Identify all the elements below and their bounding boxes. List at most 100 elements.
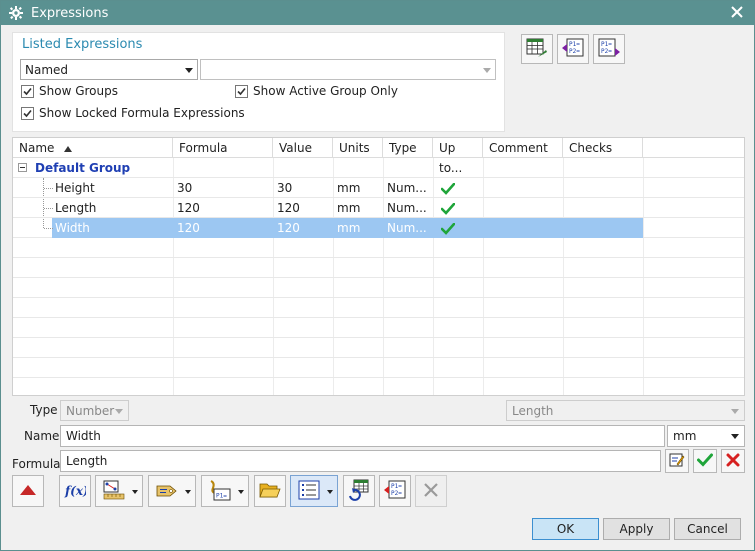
show-groups-checkbox[interactable]: Show Groups: [21, 84, 118, 98]
column-header-units[interactable]: Units: [333, 138, 383, 158]
gear-icon[interactable]: [1, 6, 31, 20]
chevron-down-icon: [731, 409, 739, 414]
chevron-down-icon: [731, 434, 739, 439]
units-select[interactable]: mm: [667, 425, 745, 447]
formula-input[interactable]: Length: [60, 450, 661, 472]
type-label: Type: [30, 403, 58, 417]
property-button[interactable]: [148, 475, 196, 507]
name-label: Name: [24, 429, 60, 443]
listed-mode-value: Named: [25, 62, 69, 77]
title-bar: Expressions: [1, 1, 754, 25]
listed-filter-select[interactable]: [200, 59, 496, 80]
open-file-button[interactable]: [254, 475, 286, 507]
import-p1-button[interactable]: P1= P2=: [379, 475, 411, 507]
cell-units: mm: [337, 221, 361, 235]
list-options-button[interactable]: [290, 475, 338, 507]
table-header: Name Formula Value Units Type Up to... C…: [13, 138, 744, 175]
accept-edit-button[interactable]: [693, 449, 717, 473]
check-icon: [697, 453, 713, 470]
column-header-name[interactable]: Name: [13, 138, 173, 158]
column-header-label: Name: [19, 141, 55, 155]
name-value: Width: [66, 429, 101, 443]
group-row-default[interactable]: Default Group: [13, 158, 744, 178]
dimension-select[interactable]: Length: [506, 400, 745, 421]
update-spreadsheet-button[interactable]: [343, 475, 375, 507]
cancel-button[interactable]: Cancel: [674, 518, 741, 540]
column-header-comment[interactable]: Comment: [483, 138, 563, 158]
expressions-dialog: Expressions Listed Expressions Named Sho…: [0, 0, 755, 551]
cell-type: Num...: [387, 181, 427, 195]
measure-button[interactable]: [95, 475, 143, 507]
cell-name: Length: [55, 201, 97, 215]
table-row[interactable]: Height 30 30 mm Num...: [13, 178, 744, 198]
svg-text:P1=: P1=: [216, 492, 227, 499]
cell-name: Width: [55, 221, 90, 235]
cell-value: 120: [277, 201, 300, 215]
chevron-down-icon[interactable]: [327, 490, 333, 494]
delete-button[interactable]: [415, 475, 447, 507]
listed-mode-select[interactable]: Named: [20, 59, 198, 80]
top-toolbar: P1= P2= P1= P2=: [521, 34, 625, 64]
type-value: Number: [66, 403, 115, 418]
import-expressions-button[interactable]: P1= P2=: [557, 34, 589, 64]
reference-button[interactable]: P1=: [201, 475, 249, 507]
cell-formula: 30: [177, 181, 193, 195]
edit-formula-icon: [669, 452, 685, 471]
list-icon: [298, 480, 320, 503]
reference-expression-icon: P1=: [208, 479, 232, 504]
spreadsheet-edit-icon: [526, 38, 548, 61]
show-active-group-only-checkbox[interactable]: Show Active Group Only: [235, 84, 398, 98]
formula-label: Formula: [12, 457, 61, 471]
chevron-down-icon: [185, 68, 193, 73]
measure-icon: [103, 480, 125, 503]
dialog-title: Expressions: [31, 5, 109, 21]
red-x-icon: [726, 453, 740, 470]
cell-name: Height: [55, 181, 95, 195]
reject-edit-button[interactable]: [721, 449, 745, 473]
show-locked-formula-label: Show Locked Formula Expressions: [39, 106, 245, 120]
column-header-value[interactable]: Value: [273, 138, 333, 158]
insert-function-button[interactable]: f(x): [59, 475, 91, 507]
empty-row: [13, 378, 744, 395]
empty-row: [13, 358, 744, 378]
column-header-type[interactable]: Type: [383, 138, 433, 158]
formula-value: Length: [66, 454, 108, 468]
column-header-formula[interactable]: Formula: [173, 138, 273, 158]
delete-x-icon: [423, 482, 439, 501]
column-header-uptodate[interactable]: Up to...: [433, 138, 483, 175]
chevron-down-icon[interactable]: [185, 490, 191, 494]
import-expressions-icon: P1= P2=: [383, 479, 407, 504]
spreadsheet-refresh-icon: [348, 479, 370, 504]
ok-button[interactable]: OK: [532, 518, 599, 540]
chevron-down-icon[interactable]: [238, 490, 244, 494]
checkbox-checked-icon: [21, 106, 34, 120]
triangle-up-icon: [20, 484, 36, 498]
checkbox-checked-icon: [21, 84, 34, 98]
function-icon: f(x): [64, 482, 89, 501]
table-row-selected[interactable]: Width 120 120 mm Num...: [13, 218, 744, 238]
name-input[interactable]: Width: [60, 425, 665, 447]
cell-units: mm: [337, 201, 361, 215]
cell-type: Num...: [387, 221, 427, 235]
empty-row: [13, 258, 744, 278]
cell-formula: 120: [177, 221, 200, 235]
checkbox-checked-icon: [235, 84, 248, 98]
empty-row: [13, 318, 744, 338]
tree-collapse-icon[interactable]: [18, 163, 27, 172]
apply-button[interactable]: Apply: [603, 518, 670, 540]
show-locked-formula-checkbox[interactable]: Show Locked Formula Expressions: [21, 106, 245, 120]
chevron-down-icon[interactable]: [132, 490, 138, 494]
empty-row: [13, 238, 744, 258]
svg-text:P1=: P1=: [569, 41, 580, 48]
column-header-checks[interactable]: Checks: [563, 138, 643, 158]
empty-row: [13, 298, 744, 318]
dimension-value: Length: [512, 403, 554, 418]
edit-formula-button[interactable]: [665, 449, 689, 473]
close-icon[interactable]: [728, 3, 746, 21]
collapse-panel-button[interactable]: [12, 475, 44, 507]
table-row[interactable]: Length 120 120 mm Num...: [13, 198, 744, 218]
spreadsheet-edit-button[interactable]: [521, 34, 553, 64]
export-expressions-button[interactable]: P1= P2=: [593, 34, 625, 64]
cell-value: 30: [277, 181, 293, 195]
type-select[interactable]: Number: [60, 400, 129, 421]
